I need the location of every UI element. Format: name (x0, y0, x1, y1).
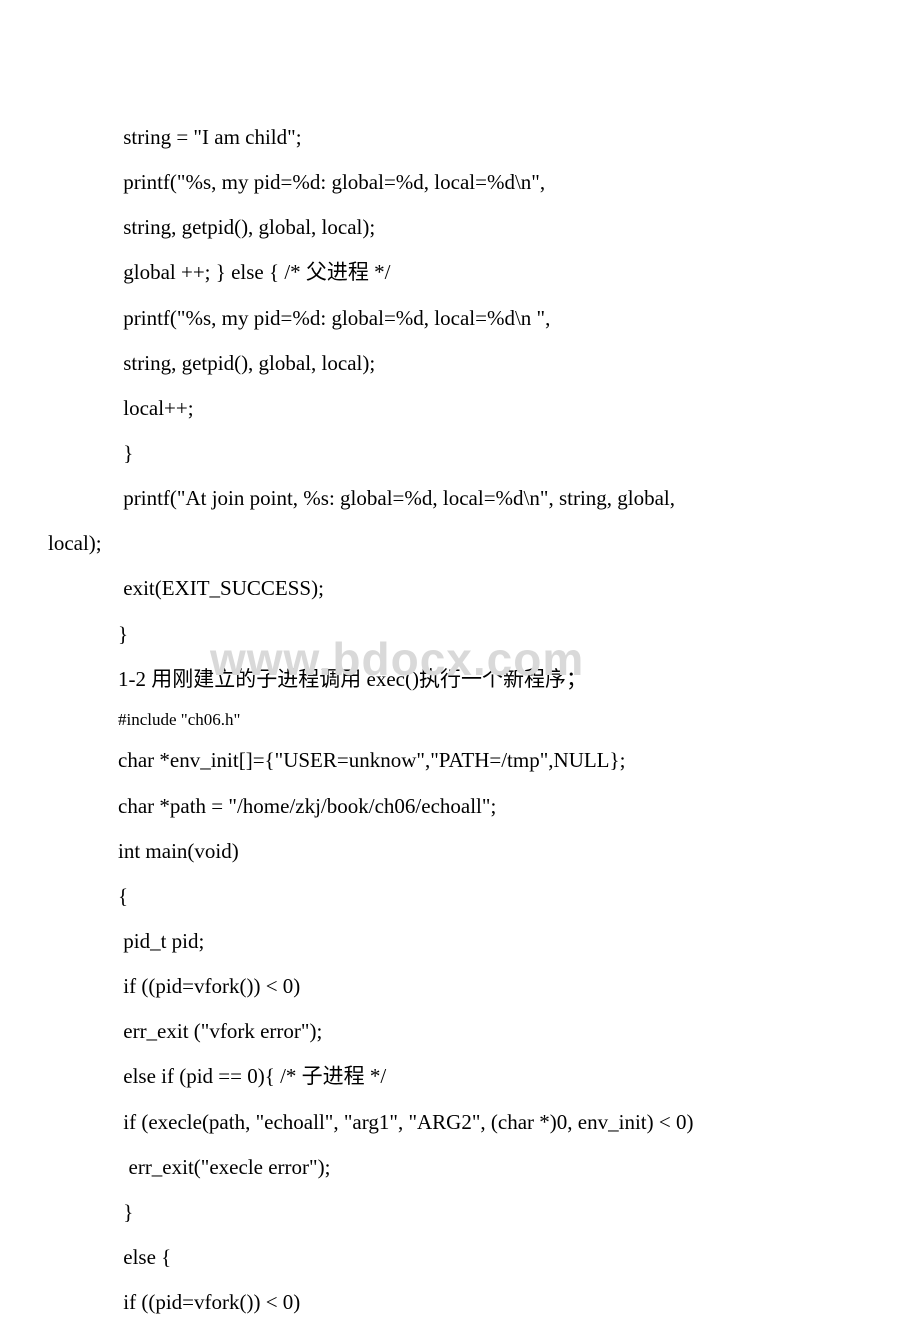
code-line: exit(EXIT_SUCCESS); (118, 566, 860, 611)
code-line: } (118, 431, 860, 476)
code-line: string, getpid(), global, local); (118, 341, 860, 386)
code-line: char *env_init[]={"USER=unknow","PATH=/t… (118, 738, 860, 783)
code-line: #include "ch06.h" (118, 702, 860, 739)
code-line: char *path = "/home/zkj/book/ch06/echoal… (118, 784, 860, 829)
code-line: } (118, 612, 860, 657)
code-line: local++; (118, 386, 860, 431)
code-line: if (execle(path, "echoall", "arg1", "ARG… (118, 1100, 860, 1145)
code-line: else { (118, 1235, 860, 1280)
code-line: global ++; } else { /* 父进程 */ (118, 250, 860, 295)
code-line: 1-2 用刚建立的子进程调用 exec()执行一个新程序； (118, 657, 860, 702)
code-line: printf("%s, my pid=%d: global=%d, local=… (118, 160, 860, 205)
code-line: pid_t pid; (118, 919, 860, 964)
code-line: string, getpid(), global, local); (118, 205, 860, 250)
code-line: if ((pid=vfork()) < 0) (118, 964, 860, 1009)
code-line: { (118, 874, 860, 919)
code-line: int main(void) (118, 829, 860, 874)
code-line: local); (48, 521, 860, 566)
code-line: printf("At join point, %s: global=%d, lo… (118, 476, 860, 521)
code-line: err_exit("execle error"); (118, 1145, 860, 1190)
code-line: } (118, 1190, 860, 1235)
code-line: printf("%s, my pid=%d: global=%d, local=… (118, 296, 860, 341)
code-line: err_exit ("vfork error"); (118, 1009, 860, 1054)
code-line: if ((pid=vfork()) < 0) (118, 1280, 860, 1325)
code-line: else if (pid == 0){ /* 子进程 */ (118, 1054, 860, 1099)
code-line: string = "I am child"; (118, 115, 860, 160)
